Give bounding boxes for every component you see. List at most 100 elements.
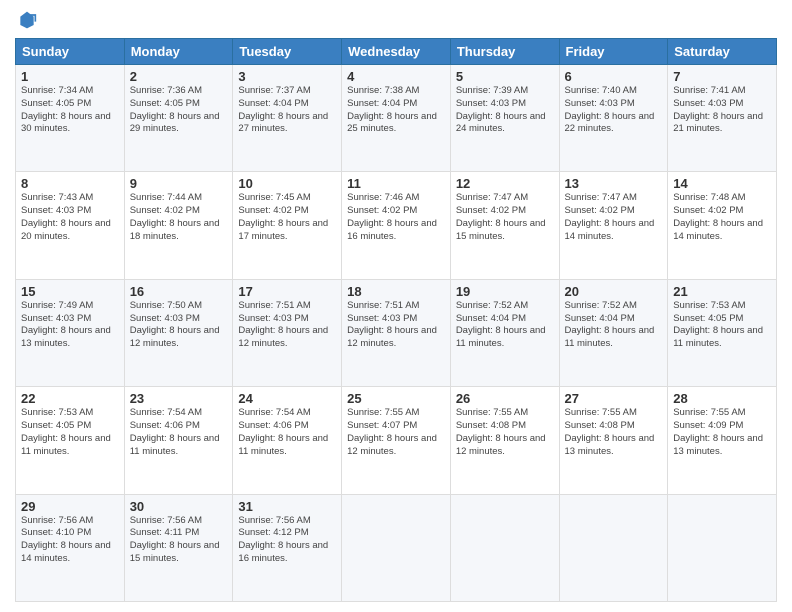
day-info: Sunrise: 7:39 AMSunset: 4:03 PMDaylight:… (456, 85, 554, 136)
table-row: 26 Sunrise: 7:55 AMSunset: 4:08 PMDaylig… (450, 387, 559, 494)
logo-icon (17, 10, 37, 30)
header-sunday: Sunday (16, 39, 125, 65)
day-number: 28 (673, 391, 771, 406)
table-row: 25 Sunrise: 7:55 AMSunset: 4:07 PMDaylig… (342, 387, 451, 494)
day-number: 26 (456, 391, 554, 406)
table-row: 7 Sunrise: 7:41 AMSunset: 4:03 PMDayligh… (668, 65, 777, 172)
table-row: 2 Sunrise: 7:36 AMSunset: 4:05 PMDayligh… (124, 65, 233, 172)
day-number: 16 (130, 284, 228, 299)
day-info: Sunrise: 7:34 AMSunset: 4:05 PMDaylight:… (21, 85, 119, 136)
day-info: Sunrise: 7:52 AMSunset: 4:04 PMDaylight:… (456, 300, 554, 351)
logo (15, 10, 37, 30)
day-number: 20 (565, 284, 663, 299)
table-row: 10 Sunrise: 7:45 AMSunset: 4:02 PMDaylig… (233, 172, 342, 279)
table-row: 3 Sunrise: 7:37 AMSunset: 4:04 PMDayligh… (233, 65, 342, 172)
day-info: Sunrise: 7:54 AMSunset: 4:06 PMDaylight:… (238, 407, 336, 458)
table-row: 17 Sunrise: 7:51 AMSunset: 4:03 PMDaylig… (233, 279, 342, 386)
table-row: 11 Sunrise: 7:46 AMSunset: 4:02 PMDaylig… (342, 172, 451, 279)
table-row: 13 Sunrise: 7:47 AMSunset: 4:02 PMDaylig… (559, 172, 668, 279)
table-row: 9 Sunrise: 7:44 AMSunset: 4:02 PMDayligh… (124, 172, 233, 279)
header-tuesday: Tuesday (233, 39, 342, 65)
day-number: 7 (673, 69, 771, 84)
day-number: 9 (130, 176, 228, 191)
day-number: 13 (565, 176, 663, 191)
day-info: Sunrise: 7:48 AMSunset: 4:02 PMDaylight:… (673, 192, 771, 243)
table-row: 4 Sunrise: 7:38 AMSunset: 4:04 PMDayligh… (342, 65, 451, 172)
day-number: 29 (21, 499, 119, 514)
day-info: Sunrise: 7:56 AMSunset: 4:11 PMDaylight:… (130, 515, 228, 566)
day-info: Sunrise: 7:47 AMSunset: 4:02 PMDaylight:… (456, 192, 554, 243)
day-info: Sunrise: 7:51 AMSunset: 4:03 PMDaylight:… (347, 300, 445, 351)
table-row: 30 Sunrise: 7:56 AMSunset: 4:11 PMDaylig… (124, 494, 233, 601)
day-number: 10 (238, 176, 336, 191)
day-info: Sunrise: 7:37 AMSunset: 4:04 PMDaylight:… (238, 85, 336, 136)
table-row: 20 Sunrise: 7:52 AMSunset: 4:04 PMDaylig… (559, 279, 668, 386)
calendar-week-row: 29 Sunrise: 7:56 AMSunset: 4:10 PMDaylig… (16, 494, 777, 601)
table-row: 18 Sunrise: 7:51 AMSunset: 4:03 PMDaylig… (342, 279, 451, 386)
table-row: 23 Sunrise: 7:54 AMSunset: 4:06 PMDaylig… (124, 387, 233, 494)
day-info: Sunrise: 7:56 AMSunset: 4:12 PMDaylight:… (238, 515, 336, 566)
day-number: 23 (130, 391, 228, 406)
table-row: 22 Sunrise: 7:53 AMSunset: 4:05 PMDaylig… (16, 387, 125, 494)
day-number: 30 (130, 499, 228, 514)
day-info: Sunrise: 7:51 AMSunset: 4:03 PMDaylight:… (238, 300, 336, 351)
day-info: Sunrise: 7:43 AMSunset: 4:03 PMDaylight:… (21, 192, 119, 243)
table-row: 12 Sunrise: 7:47 AMSunset: 4:02 PMDaylig… (450, 172, 559, 279)
table-row (559, 494, 668, 601)
day-info: Sunrise: 7:47 AMSunset: 4:02 PMDaylight:… (565, 192, 663, 243)
table-row: 31 Sunrise: 7:56 AMSunset: 4:12 PMDaylig… (233, 494, 342, 601)
header-monday: Monday (124, 39, 233, 65)
day-number: 27 (565, 391, 663, 406)
calendar-week-row: 8 Sunrise: 7:43 AMSunset: 4:03 PMDayligh… (16, 172, 777, 279)
day-info: Sunrise: 7:55 AMSunset: 4:07 PMDaylight:… (347, 407, 445, 458)
day-info: Sunrise: 7:45 AMSunset: 4:02 PMDaylight:… (238, 192, 336, 243)
table-row: 14 Sunrise: 7:48 AMSunset: 4:02 PMDaylig… (668, 172, 777, 279)
day-info: Sunrise: 7:40 AMSunset: 4:03 PMDaylight:… (565, 85, 663, 136)
day-info: Sunrise: 7:55 AMSunset: 4:08 PMDaylight:… (456, 407, 554, 458)
table-row: 24 Sunrise: 7:54 AMSunset: 4:06 PMDaylig… (233, 387, 342, 494)
day-number: 12 (456, 176, 554, 191)
table-row: 1 Sunrise: 7:34 AMSunset: 4:05 PMDayligh… (16, 65, 125, 172)
day-number: 8 (21, 176, 119, 191)
table-row: 16 Sunrise: 7:50 AMSunset: 4:03 PMDaylig… (124, 279, 233, 386)
day-number: 15 (21, 284, 119, 299)
header (15, 10, 777, 30)
header-thursday: Thursday (450, 39, 559, 65)
day-number: 1 (21, 69, 119, 84)
day-number: 19 (456, 284, 554, 299)
day-number: 3 (238, 69, 336, 84)
table-row (450, 494, 559, 601)
calendar-week-row: 15 Sunrise: 7:49 AMSunset: 4:03 PMDaylig… (16, 279, 777, 386)
calendar-header-row: Sunday Monday Tuesday Wednesday Thursday… (16, 39, 777, 65)
day-number: 17 (238, 284, 336, 299)
table-row: 6 Sunrise: 7:40 AMSunset: 4:03 PMDayligh… (559, 65, 668, 172)
day-info: Sunrise: 7:44 AMSunset: 4:02 PMDaylight:… (130, 192, 228, 243)
calendar-week-row: 22 Sunrise: 7:53 AMSunset: 4:05 PMDaylig… (16, 387, 777, 494)
day-info: Sunrise: 7:41 AMSunset: 4:03 PMDaylight:… (673, 85, 771, 136)
table-row: 19 Sunrise: 7:52 AMSunset: 4:04 PMDaylig… (450, 279, 559, 386)
day-info: Sunrise: 7:50 AMSunset: 4:03 PMDaylight:… (130, 300, 228, 351)
day-info: Sunrise: 7:55 AMSunset: 4:09 PMDaylight:… (673, 407, 771, 458)
day-info: Sunrise: 7:49 AMSunset: 4:03 PMDaylight:… (21, 300, 119, 351)
table-row: 15 Sunrise: 7:49 AMSunset: 4:03 PMDaylig… (16, 279, 125, 386)
header-wednesday: Wednesday (342, 39, 451, 65)
table-row (342, 494, 451, 601)
day-number: 5 (456, 69, 554, 84)
day-number: 6 (565, 69, 663, 84)
table-row: 21 Sunrise: 7:53 AMSunset: 4:05 PMDaylig… (668, 279, 777, 386)
day-info: Sunrise: 7:52 AMSunset: 4:04 PMDaylight:… (565, 300, 663, 351)
day-info: Sunrise: 7:56 AMSunset: 4:10 PMDaylight:… (21, 515, 119, 566)
header-friday: Friday (559, 39, 668, 65)
day-number: 22 (21, 391, 119, 406)
day-info: Sunrise: 7:54 AMSunset: 4:06 PMDaylight:… (130, 407, 228, 458)
day-number: 14 (673, 176, 771, 191)
table-row: 28 Sunrise: 7:55 AMSunset: 4:09 PMDaylig… (668, 387, 777, 494)
page: Sunday Monday Tuesday Wednesday Thursday… (0, 0, 792, 612)
table-row: 8 Sunrise: 7:43 AMSunset: 4:03 PMDayligh… (16, 172, 125, 279)
day-info: Sunrise: 7:38 AMSunset: 4:04 PMDaylight:… (347, 85, 445, 136)
day-info: Sunrise: 7:53 AMSunset: 4:05 PMDaylight:… (21, 407, 119, 458)
day-info: Sunrise: 7:55 AMSunset: 4:08 PMDaylight:… (565, 407, 663, 458)
day-number: 11 (347, 176, 445, 191)
table-row (668, 494, 777, 601)
table-row: 27 Sunrise: 7:55 AMSunset: 4:08 PMDaylig… (559, 387, 668, 494)
